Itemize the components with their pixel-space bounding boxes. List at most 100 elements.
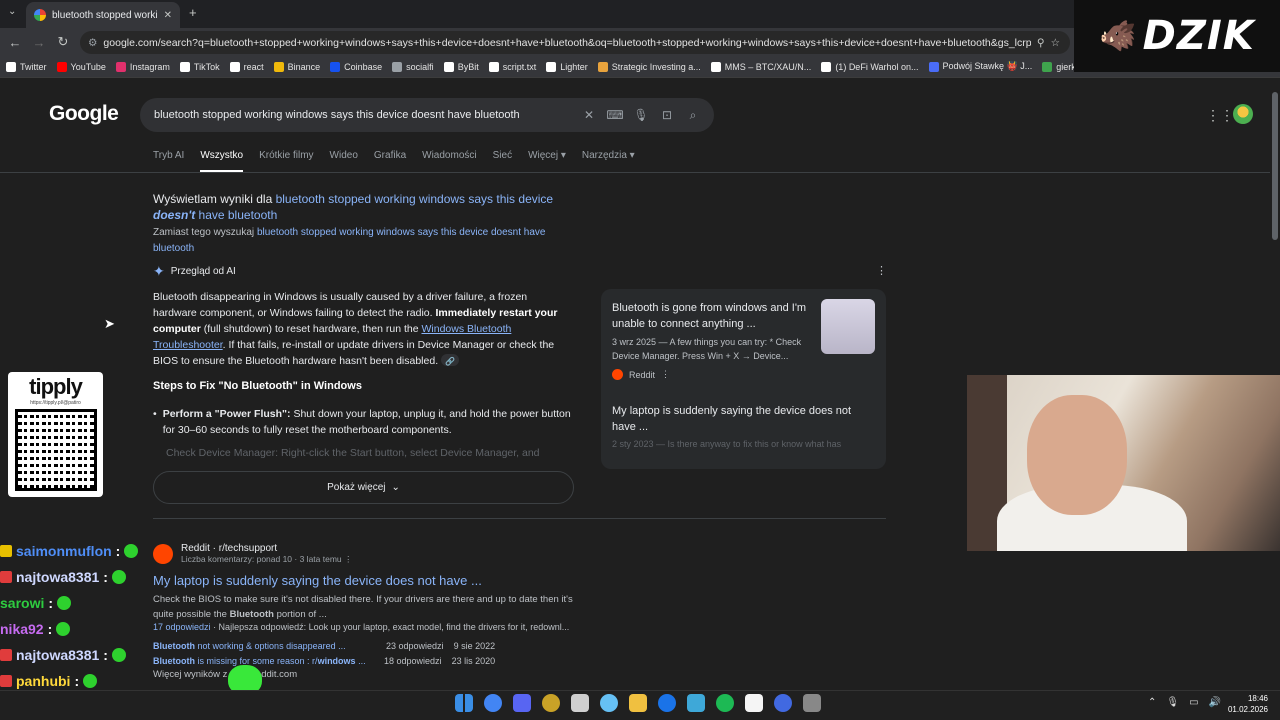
more-options-icon[interactable]: ⋮: [344, 554, 353, 564]
scrollbar-thumb[interactable]: [1272, 92, 1278, 240]
chat-username: panhubi: [16, 673, 71, 689]
filter-tab[interactable]: Tryb AI: [153, 150, 184, 172]
bookmark-item[interactable]: script.txt: [488, 61, 536, 72]
taskbar-app-icon[interactable]: [716, 694, 734, 712]
taskbar-app-icon[interactable]: [629, 694, 647, 712]
taskbar-app-icon[interactable]: [658, 694, 676, 712]
forward-icon[interactable]: →: [27, 35, 51, 50]
step-bold: Perform a "Power Flush":: [162, 408, 291, 420]
list-item: • Perform a "Power Flush": Shut down you…: [153, 406, 573, 438]
taskbar-app-icon[interactable]: [542, 694, 560, 712]
bookmark-label: MMS – BTC/XAU/N...: [724, 61, 812, 72]
taskbar-app-icon[interactable]: [571, 694, 589, 712]
bookmark-item[interactable]: Strategic Investing a...: [597, 61, 701, 72]
filter-tab[interactable]: Krótkie filmy: [259, 150, 313, 172]
source-title[interactable]: My laptop is suddenly saying the device …: [612, 403, 877, 435]
url-text: google.com/search?q=bluetooth+stopped+wo…: [103, 36, 1031, 49]
reload-icon[interactable]: ↻: [51, 34, 75, 50]
more-options-icon[interactable]: ⋮: [876, 264, 887, 277]
bookmark-item[interactable]: MMS – BTC/XAU/N...: [710, 61, 812, 72]
address-bar[interactable]: ⚙ google.com/search?q=bluetooth+stopped+…: [80, 31, 1070, 54]
ai-sources-panel: Bluetooth is gone from windows and I'm u…: [601, 289, 886, 469]
bookmark-item[interactable]: TikTok: [179, 61, 220, 72]
show-more-button[interactable]: Pokaż więcej ⌄: [153, 471, 574, 504]
bookmark-favicon-icon: [928, 61, 939, 72]
step-text: Perform a "Power Flush": Shut down your …: [163, 406, 573, 438]
bookmark-item[interactable]: ByBit: [443, 61, 479, 72]
result-title-link[interactable]: My laptop is suddenly saying the device …: [153, 573, 482, 588]
bookmark-label: socialfi: [406, 61, 434, 72]
sub-result-stats: 18 odpowiedzi 23 lis 2020: [384, 656, 495, 666]
sub-result-link[interactable]: Bluetooth is missing for some reason : r…: [153, 656, 366, 666]
keyboard-icon[interactable]: ⌨: [602, 108, 628, 122]
bookmark-item[interactable]: YouTube: [56, 61, 106, 72]
clear-icon[interactable]: ✕: [576, 108, 602, 122]
sub-result-bold: Bluetooth: [153, 641, 195, 651]
link-chip-icon[interactable]: 🔗: [441, 354, 460, 366]
more-results-link[interactable]: Więcej wyników z www.reddit.com: [153, 669, 297, 680]
tray-expand-icon[interactable]: ⌃: [1148, 697, 1156, 708]
avatar[interactable]: [1233, 104, 1253, 124]
filter-tab[interactable]: Wszystko: [200, 150, 244, 172]
filter-tab[interactable]: Więcej ▾: [528, 150, 566, 172]
result-snippet: Check the BIOS to make sure it's not dis…: [153, 592, 593, 622]
ai-sparkle-icon: ✦: [153, 263, 165, 279]
search-icon[interactable]: ⌕: [680, 108, 706, 123]
source-thumbnail[interactable]: [821, 299, 875, 354]
lens-icon[interactable]: ⊡: [654, 108, 680, 122]
taskbar-app-icon[interactable]: [745, 694, 763, 712]
google-logo[interactable]: Google: [49, 102, 119, 126]
search-input[interactable]: bluetooth stopped working windows says t…: [154, 109, 576, 121]
bookmark-item[interactable]: (1) DeFi Warhol on...: [821, 61, 919, 72]
filter-tab[interactable]: Narzędzia ▾: [582, 150, 635, 172]
taskbar-app-icon[interactable]: [687, 694, 705, 712]
bookmark-item[interactable]: Twitter: [6, 61, 47, 72]
bookmark-item[interactable]: Coinbase: [330, 61, 382, 72]
bookmark-label: (1) DeFi Warhol on...: [835, 61, 919, 72]
bookmark-item[interactable]: socialfi: [392, 61, 434, 72]
microphone-icon[interactable]: 🎙: [1166, 697, 1179, 708]
start-button-icon[interactable]: [455, 694, 473, 712]
bookmark-star-icon[interactable]: ☆: [1051, 37, 1060, 49]
answers-link[interactable]: 17 odpowiedzi: [153, 622, 211, 632]
filter-tab[interactable]: Sieć: [493, 150, 512, 172]
volume-icon[interactable]: 🔊: [1209, 697, 1221, 708]
bookmark-label: TikTok: [193, 61, 220, 72]
active-tab[interactable]: bluetooth stopped working windows says ✕: [26, 2, 180, 28]
sub-result-link[interactable]: Bluetooth not working & options disappea…: [153, 641, 346, 651]
source-site[interactable]: Reddit ⋮: [612, 369, 670, 380]
result-site-path: r/techsupport: [218, 543, 278, 554]
bookmark-item[interactable]: Instagram: [115, 61, 170, 72]
steps-list: • Perform a "Power Flush": Shut down you…: [153, 406, 573, 438]
search-filters: Tryb AI Wszystko Krótkie filmy Wideo Grafika…: [153, 150, 635, 172]
taskbar-app-icon[interactable]: [803, 694, 821, 712]
taskbar-app-icon[interactable]: [774, 694, 792, 712]
network-icon[interactable]: ▭: [1189, 697, 1198, 708]
bookmark-favicon-icon: [597, 61, 608, 72]
sub-result-bold: windows: [317, 656, 356, 666]
microphone-icon[interactable]: 🎙: [628, 108, 654, 122]
tab-search-icon[interactable]: ⌄: [8, 6, 16, 17]
filter-tab[interactable]: Wideo: [330, 150, 358, 172]
bookmark-item[interactable]: Podwój Stawkę 👹 J...: [928, 61, 1032, 72]
filter-tab[interactable]: Grafika: [374, 150, 406, 172]
taskbar-app-icon[interactable]: [513, 694, 531, 712]
filter-tab[interactable]: Wiadomości: [422, 150, 476, 172]
clock[interactable]: 18:46 01.02.2026: [1224, 693, 1268, 715]
taskbar-app-icon[interactable]: [484, 694, 502, 712]
site-info-icon[interactable]: ⚙: [88, 37, 97, 49]
more-options-icon[interactable]: ⋮: [661, 369, 670, 380]
bookmark-favicon-icon: [56, 61, 67, 72]
search-box[interactable]: bluetooth stopped working windows says t…: [140, 98, 714, 132]
bookmark-item[interactable]: Binance: [273, 61, 320, 72]
bookmark-item[interactable]: Lighter: [546, 61, 588, 72]
bookmark-item[interactable]: react: [229, 61, 264, 72]
taskbar-app-icon[interactable]: [600, 694, 618, 712]
back-icon[interactable]: ←: [3, 35, 27, 50]
close-tab-icon[interactable]: ✕: [164, 10, 172, 21]
new-tab-button[interactable]: +: [189, 5, 197, 20]
location-icon[interactable]: ⚲: [1037, 37, 1045, 49]
chat-username: najtowa8381: [16, 569, 100, 585]
source-title[interactable]: Bluetooth is gone from windows and I'm u…: [612, 300, 810, 332]
result-site[interactable]: Reddit · r/techsupport Liczba komentarzy…: [153, 543, 353, 565]
